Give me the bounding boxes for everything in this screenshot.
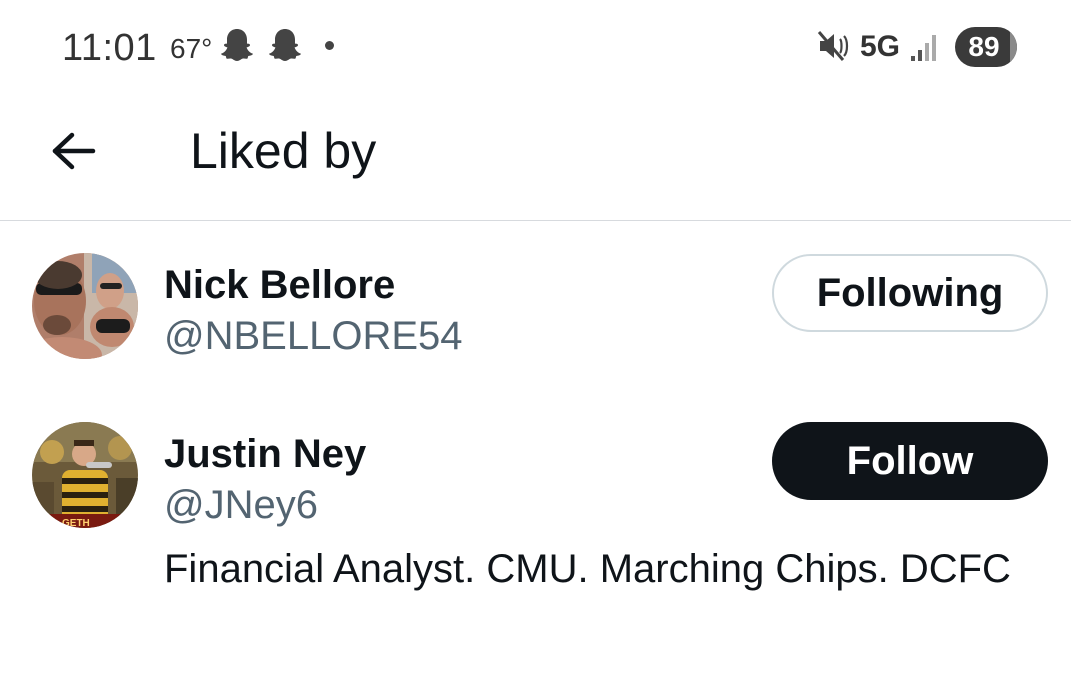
signal-strength-icon: [911, 35, 936, 61]
snapchat-icon: [269, 29, 301, 61]
user-row[interactable]: GETH Justin Ney @JNey6 Follow Financial …: [0, 401, 1071, 679]
status-temperature: 67°: [170, 33, 213, 64]
battery-level: 89: [968, 31, 1000, 62]
page-title: Liked by: [190, 123, 377, 179]
user-handle[interactable]: @JNey6: [164, 481, 318, 529]
snapchat-icon: [221, 29, 253, 61]
header: Liked by: [0, 95, 1071, 221]
user-row[interactable]: Nick Bellore @NBELLORE54 Following: [0, 221, 1071, 401]
mute-icon: [817, 31, 849, 61]
follow-button[interactable]: Follow: [772, 422, 1048, 500]
network-type: 5G: [860, 30, 901, 63]
arrow-left-icon: [52, 132, 96, 170]
battery-icon: 89: [955, 27, 1017, 67]
display-name[interactable]: Justin Ney: [164, 430, 366, 478]
avatar[interactable]: [32, 253, 138, 359]
display-name[interactable]: Nick Bellore: [164, 261, 395, 309]
avatar-photo-text: GETH: [62, 518, 90, 528]
avatar-photo: [32, 253, 138, 359]
user-bio: Financial Analyst. CMU. Marching Chips. …: [164, 547, 1011, 591]
avatar-photo: GETH: [32, 422, 138, 528]
status-bar: 11:01 67° 5G 89: [0, 0, 1071, 95]
back-button[interactable]: [40, 117, 108, 185]
avatar[interactable]: GETH: [32, 422, 138, 528]
notification-dot-icon: [325, 41, 334, 50]
status-time: 11:01: [62, 27, 157, 69]
user-handle[interactable]: @NBELLORE54: [164, 312, 463, 360]
following-button[interactable]: Following: [772, 254, 1048, 332]
